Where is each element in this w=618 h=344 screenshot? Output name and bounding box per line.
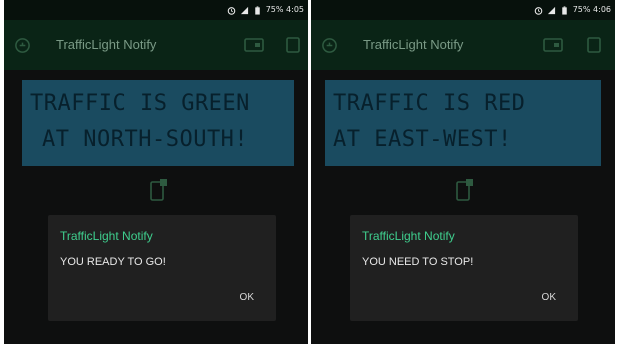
lcd-display: TRAFFIC IS GREEN AT NORTH-SOUTH! (22, 80, 294, 166)
app-title: TrafficLight Notify (363, 37, 464, 52)
device-screen-icon[interactable] (543, 38, 563, 52)
dialog-message: YOU READY TO GO! (60, 256, 166, 268)
phone-screen-left: 75% 4:05 TrafficLight Notify TRAFFIC IS … (4, 0, 308, 344)
notification-dialog: TrafficLight Notify YOU READY TO GO! OK (48, 215, 276, 321)
dialog-title: TrafficLight Notify (60, 229, 153, 243)
phone-notification-icon (149, 178, 169, 202)
app-bar: TrafficLight Notify (4, 20, 308, 70)
lcd-line-2: AT EAST-WEST! (333, 127, 512, 152)
dialog-title: TrafficLight Notify (362, 229, 455, 243)
status-bar: 75% 4:06 (311, 0, 615, 20)
lcd-line-2: AT NORTH-SOUTH! (42, 127, 249, 152)
signal-icon (240, 6, 249, 15)
ok-button[interactable]: OK (542, 292, 556, 303)
status-bar: 75% 4:05 (4, 0, 308, 20)
status-battery-time: 75% 4:05 (265, 5, 304, 14)
square-icon[interactable] (587, 37, 601, 53)
app-logo-icon[interactable] (14, 37, 31, 54)
lcd-line-1: TRAFFIC IS RED (333, 91, 526, 116)
ok-button[interactable]: OK (240, 292, 254, 303)
app-title: TrafficLight Notify (56, 37, 157, 52)
lcd-display: TRAFFIC IS RED AT EAST-WEST! (325, 80, 601, 166)
square-icon[interactable] (286, 37, 300, 53)
notification-dialog: TrafficLight Notify YOU NEED TO STOP! OK (350, 215, 578, 321)
status-battery-time: 75% 4:06 (572, 5, 611, 14)
alarm-icon (227, 6, 236, 15)
lcd-line-1: TRAFFIC IS GREEN (30, 91, 250, 116)
battery-icon (560, 5, 569, 15)
alarm-icon (534, 6, 543, 15)
device-screen-icon[interactable] (244, 38, 264, 52)
app-bar: TrafficLight Notify (311, 20, 615, 70)
signal-icon (547, 6, 556, 15)
phone-screen-right: 75% 4:06 TrafficLight Notify TRAFFIC IS … (311, 0, 615, 344)
app-logo-icon[interactable] (321, 37, 338, 54)
phone-notification-icon (455, 178, 475, 202)
dialog-message: YOU NEED TO STOP! (362, 256, 474, 268)
battery-icon (253, 5, 262, 15)
